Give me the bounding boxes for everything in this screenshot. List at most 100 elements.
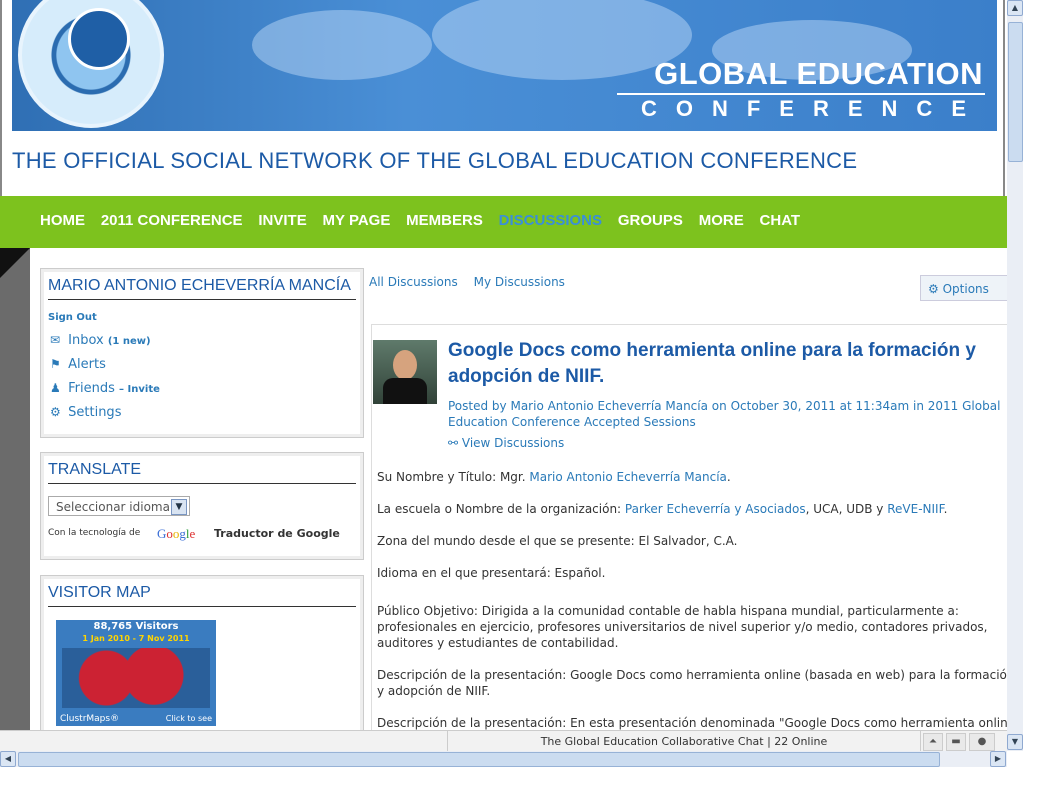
para-audience: Público Objetivo: Dirigida a la comunida… — [377, 604, 988, 650]
alerts-link[interactable]: ⚑ Alerts — [50, 357, 106, 372]
world-map-image — [62, 648, 210, 708]
language-select[interactable]: Seleccionar idioma ▼ — [48, 496, 190, 516]
nav-groups[interactable]: GROUPS — [618, 212, 683, 229]
nav-home[interactable]: HOME — [40, 212, 85, 229]
language-select-value: Seleccionar idioma — [56, 500, 170, 514]
page-viewport: GLOBAL EDUCATION CONFERENCE THE OFFICIAL… — [0, 0, 1007, 730]
nav-members[interactable]: MEMBERS — [406, 212, 483, 229]
nav-discussions[interactable]: DISCUSSIONS — [499, 212, 602, 229]
chat-bar[interactable]: The Global Education Collaborative Chat … — [447, 731, 921, 752]
clustrmaps-widget[interactable]: 88,765 Visitors 1 Jan 2010 - 7 Nov 2011 … — [56, 620, 216, 726]
translate-module: TRANSLATE Seleccionar idioma ▼ Con la te… — [40, 452, 364, 560]
logo-globe-icon — [68, 8, 130, 70]
meta-on: on — [711, 399, 727, 413]
visitor-map-module: VISITOR MAP 88,765 Visitors 1 Jan 2010 -… — [40, 575, 364, 730]
org-link-reve[interactable]: ReVE-NIIF — [887, 502, 943, 516]
post-date: October 30, 2011 at 11:34am — [730, 399, 910, 413]
para-description-2: Descripción de la presentación: En esta … — [377, 716, 1007, 730]
view-discussions-label: View Discussions — [461, 436, 565, 450]
site-tagline: THE OFFICIAL SOCIAL NETWORK OF THE GLOBA… — [12, 148, 858, 173]
scroll-left-icon[interactable]: ◀ — [0, 751, 16, 767]
para-organization: La escuela o Nombre de la organización: … — [377, 502, 948, 516]
org-link-parker[interactable]: Parker Echeverría y Asociados — [625, 502, 806, 516]
scroll-up-icon[interactable]: ▲ — [1007, 0, 1023, 16]
gear-icon: ⚙ — [928, 282, 939, 296]
para-description: Descripción de la presentación: Google D… — [377, 668, 1007, 698]
visitor-count: 88,765 Visitors — [93, 621, 179, 632]
inbox-label: Inbox — [68, 333, 104, 348]
vertical-scrollbar[interactable]: ▲ ▼ — [1007, 0, 1023, 751]
para-name-link[interactable]: Mario Antonio Echeverría Mancía — [529, 470, 727, 484]
friends-invite-link[interactable]: – Invite — [119, 384, 160, 395]
visitor-map-heading: VISITOR MAP — [48, 584, 356, 607]
click-to-see-label: Click to see — [165, 714, 212, 723]
user-name-heading: MARIO ANTONIO ECHEVERRÍA MANCÍA — [48, 277, 356, 300]
bell-icon: ⚑ — [50, 357, 61, 371]
envelope-icon: ✉ — [50, 333, 61, 347]
person-icon: ♟ — [50, 381, 61, 395]
vertical-scroll-thumb[interactable] — [1008, 22, 1023, 162]
para-zone: Zona del mundo desde el que se presente:… — [377, 534, 738, 548]
map-landmass — [432, 0, 692, 80]
horizontal-scrollbar[interactable]: ◀ ▶ — [0, 751, 1007, 767]
user-module: MARIO ANTONIO ECHEVERRÍA MANCÍA Sign Out… — [40, 268, 364, 438]
meta-prefix: Posted by — [448, 399, 507, 413]
nav-chat[interactable]: CHAT — [760, 212, 801, 229]
banner-subtitle: CONFERENCE — [640, 96, 985, 121]
horizontal-scroll-thumb[interactable] — [18, 752, 940, 767]
conference-logo — [18, 0, 164, 128]
friends-link[interactable]: ♟ Friends – Invite — [50, 381, 160, 396]
author-avatar[interactable] — [373, 340, 437, 404]
options-button[interactable]: ⚙ Options — [920, 275, 1007, 301]
para-org-mid: , UCA, UDB y — [805, 502, 884, 516]
tab-all-discussions[interactable]: All Discussions — [369, 275, 458, 289]
inbox-link[interactable]: ✉ Inbox (1 new) — [50, 333, 151, 348]
powered-by-text: Con la tecnología de — [48, 528, 141, 538]
map-landmass — [252, 10, 432, 80]
settings-label: Settings — [68, 405, 122, 420]
chat-window-icon[interactable]: ▬ — [946, 733, 966, 751]
google-logo[interactable]: Google — [157, 526, 195, 542]
frame-border-left — [0, 0, 2, 196]
chat-expand-icon[interactable]: ⏶ — [923, 733, 943, 751]
view-discussions-link[interactable]: ⚯ View Discussions — [448, 436, 564, 450]
discussion-post: Google Docs como herramienta online para… — [371, 324, 1007, 730]
post-meta: Posted by Mario Antonio Echeverría Mancí… — [448, 398, 1007, 430]
para-name-label: Su Nombre y Título: Mgr. — [377, 470, 526, 484]
banner-divider — [617, 93, 985, 95]
discussion-tabs: All Discussions My Discussions — [369, 275, 577, 289]
para-name: Su Nombre y Título: Mgr. Mario Antonio E… — [377, 470, 731, 484]
options-label: Options — [942, 282, 989, 296]
sign-out-link[interactable]: Sign Out — [48, 312, 97, 323]
para-org-label: La escuela o Nombre de la organización: — [377, 502, 622, 516]
nav-more[interactable]: MORE — [699, 212, 744, 229]
corner-decoration — [0, 248, 30, 278]
scroll-right-icon[interactable]: ▶ — [990, 751, 1006, 767]
friends-label: Friends — [68, 381, 115, 396]
banner-title: GLOBAL EDUCATION — [654, 56, 983, 91]
chevron-down-icon[interactable]: ▼ — [171, 499, 187, 515]
settings-link[interactable]: ⚙ Settings — [50, 405, 121, 420]
author-link[interactable]: Mario Antonio Echeverría Mancía — [510, 399, 708, 413]
meta-in: in — [913, 399, 924, 413]
nav-invite[interactable]: INVITE — [258, 212, 306, 229]
alerts-label: Alerts — [68, 357, 106, 372]
nav-my-page[interactable]: MY PAGE — [323, 212, 391, 229]
site-banner[interactable]: GLOBAL EDUCATION CONFERENCE — [12, 0, 997, 131]
nav-2011-conference[interactable]: 2011 CONFERENCE — [101, 212, 243, 229]
main-nav: HOME 2011 CONFERENCE INVITE MY PAGE MEMB… — [0, 196, 1007, 248]
chat-users-icon[interactable]: ● — [969, 733, 995, 751]
gear-icon: ⚙ — [50, 405, 61, 419]
left-background-strip — [0, 248, 30, 730]
status-bar: The Global Education Collaborative Chat … — [0, 730, 1007, 752]
scroll-down-icon[interactable]: ▼ — [1007, 734, 1023, 750]
inbox-count: (1 new) — [107, 336, 151, 347]
visitor-date-range: 1 Jan 2010 - 7 Nov 2011 — [82, 634, 190, 643]
google-translate-link[interactable]: Traductor de Google — [214, 527, 340, 540]
tab-my-discussions[interactable]: My Discussions — [474, 275, 565, 289]
frame-border-right — [1003, 0, 1005, 196]
post-title: Google Docs como herramienta online para… — [448, 340, 976, 387]
avatar-suit — [383, 378, 427, 404]
para-language: Idioma en el que presentará: Español. — [377, 566, 606, 580]
avatar-face — [393, 350, 417, 380]
